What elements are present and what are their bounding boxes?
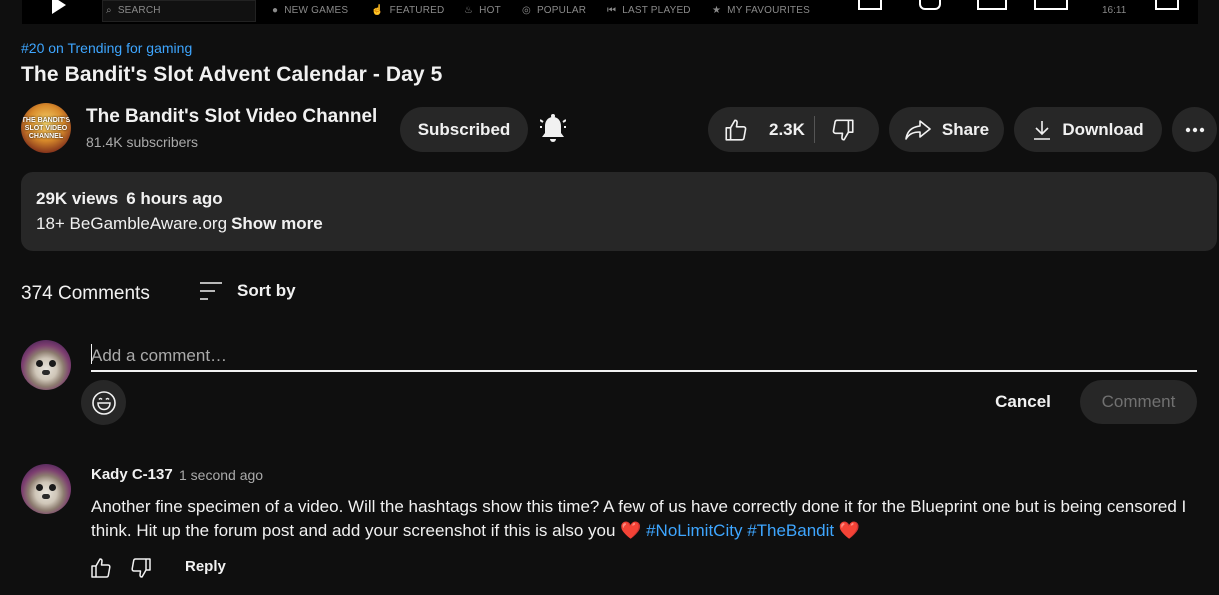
show-more-button[interactable]: Show more [231, 214, 323, 233]
text-caret [91, 344, 92, 364]
flame-icon: ♨ [464, 5, 474, 16]
like-count: 2.3K [769, 119, 805, 139]
dislike-button[interactable] [815, 107, 879, 152]
comment-author[interactable]: Kady C-137 [91, 466, 173, 483]
cancel-button[interactable]: Cancel [984, 380, 1062, 424]
play-icon[interactable] [52, 0, 66, 14]
video-title: The Bandit's Slot Advent Calendar - Day … [21, 63, 443, 86]
comment-text: Another fine specimen of a video. Will t… [91, 495, 1191, 543]
channel-avatar[interactable]: THE BANDIT'S SLOT VIDEO CHANNEL [21, 103, 71, 153]
player-nav-favourites: ★ MY FAVOURITES [712, 5, 810, 16]
description-text: 18+ BeGambleAware.org [36, 214, 228, 233]
view-count: 29K views [36, 189, 119, 208]
reply-button[interactable]: Reply [185, 558, 226, 575]
avatar-eye-right [49, 360, 56, 367]
rewind-icon: ⏮ [607, 5, 617, 16]
video-frame[interactable]: ⌕ SEARCH ● NEW GAMES ☝ FEATURED ♨ HOT ◎ POPUL… [22, 0, 1198, 24]
subscribed-button[interactable]: Subscribed [400, 107, 528, 152]
player-nav-last-played: ⏮ LAST PLAYED [607, 5, 691, 16]
comments-count: 374 Comments [21, 283, 150, 304]
theater-mode-icon[interactable] [977, 0, 1007, 10]
thumbs-down-icon [832, 118, 854, 141]
comment-dislike-button[interactable] [129, 556, 153, 580]
fullscreen-icon[interactable] [1155, 0, 1179, 10]
avatar-eye-left [36, 484, 43, 491]
settings-icon[interactable] [919, 0, 941, 10]
comment-author-avatar[interactable] [21, 464, 71, 514]
cast-icon[interactable] [1034, 0, 1068, 10]
share-button[interactable]: Share [889, 107, 1004, 152]
avatar-eye-left [36, 360, 43, 367]
player-nav-featured: ☝ FEATURED [371, 5, 445, 16]
upload-age: 6 hours ago [126, 189, 223, 208]
channel-name[interactable]: The Bandit's Slot Video Channel [86, 106, 377, 128]
download-icon [1034, 120, 1051, 140]
star-icon: ★ [712, 5, 722, 16]
avatar-eye-right [49, 484, 56, 491]
thumbs-down-icon [131, 558, 151, 578]
channel-avatar-text-1: THE BANDIT'S [21, 117, 71, 124]
share-label: Share [941, 119, 990, 139]
download-button[interactable]: Download [1014, 107, 1162, 152]
add-comment-field[interactable] [91, 340, 1197, 372]
heart-emoji: ❤️ [838, 521, 861, 540]
avatar-nose [42, 370, 50, 375]
miniplayer-icon[interactable] [858, 0, 882, 10]
thumbs-up-icon: ☝ [371, 5, 384, 16]
thumbs-up-icon [725, 118, 747, 141]
comment-timestamp[interactable]: 1 second ago [179, 467, 263, 483]
video-player-bottom[interactable]: ⌕ SEARCH ● NEW GAMES ☝ FEATURED ♨ HOT ◎ POPUL… [0, 0, 1219, 24]
like-button[interactable]: 2.3K [708, 107, 814, 152]
player-nav-popular: ◎ POPULAR [522, 5, 587, 16]
comment-input[interactable] [91, 340, 1197, 368]
download-label: Download [1062, 119, 1144, 139]
heart-emoji: ❤️ [620, 521, 642, 540]
comment-submit-button[interactable]: Comment [1080, 380, 1197, 424]
subscriber-count: 81.4K subscribers [86, 134, 199, 150]
channel-avatar-text-2: SLOT VIDEO [24, 125, 68, 132]
description-text-line: 18+ BeGambleAware.org Show more [36, 214, 323, 234]
comment-like-button[interactable] [89, 556, 113, 580]
notification-bell-icon[interactable] [539, 114, 567, 144]
player-search-label: ⌕ SEARCH [106, 5, 161, 16]
more-actions-button[interactable] [1172, 107, 1217, 152]
player-nav-new-games: ● NEW GAMES [272, 5, 349, 16]
like-dislike-group: 2.3K [708, 107, 879, 152]
chat-icon: ◎ [522, 5, 531, 16]
sort-by-label: Sort by [237, 281, 296, 300]
channel-avatar-text-3: CHANNEL [28, 133, 64, 140]
trending-link[interactable]: #20 on Trending for gaming [21, 40, 192, 56]
search-icon: ⌕ [106, 5, 112, 16]
sort-icon [200, 282, 222, 300]
smiley-icon [91, 390, 116, 415]
player-nav-hot: ♨ HOT [464, 5, 501, 16]
sort-by-button[interactable]: Sort by [199, 281, 296, 301]
player-clock: 16:11 [1102, 5, 1127, 16]
more-horizontal-icon [1185, 127, 1204, 132]
avatar-nose [42, 494, 50, 499]
hashtag-link[interactable]: #NoLimitCity [646, 521, 742, 540]
user-avatar [21, 340, 71, 390]
thumbs-up-icon [91, 558, 111, 578]
hashtag-link[interactable]: #TheBandit [747, 521, 834, 540]
description-box[interactable]: 29K views 6 hours ago 18+ BeGambleAware.o… [21, 172, 1217, 251]
view-stats: 29K views 6 hours ago [36, 189, 223, 209]
new-games-icon: ● [272, 5, 279, 16]
emoji-button[interactable] [81, 380, 126, 425]
share-icon [905, 119, 931, 140]
